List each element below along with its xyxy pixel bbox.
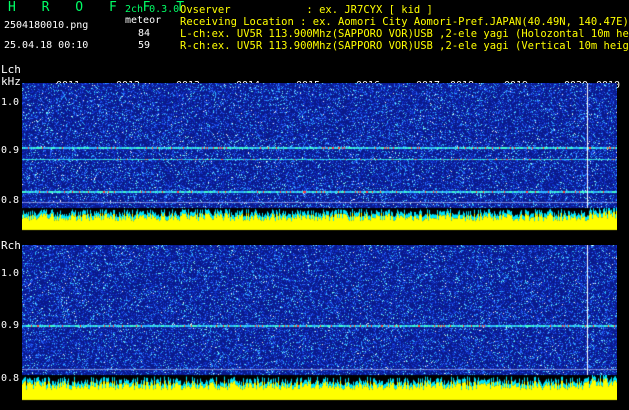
meteor-label: meteor — [125, 15, 162, 26]
lch-ytick-3: 0.8 — [1, 195, 20, 206]
location-info: Receiving Location : ex. Aomori City Aom… — [180, 16, 629, 28]
meteor-count-l: 84 — [138, 28, 151, 39]
timestamp-label: 25.04.18 00:10 — [4, 40, 89, 51]
lch-spectrogram — [22, 83, 617, 232]
rch-ytick-1: 1.0 — [1, 268, 20, 279]
rch-spectrogram — [22, 245, 617, 402]
rch-ytick-3: 0.8 — [1, 373, 20, 384]
rch-info: R-ch:ex. UV5R 113.900Mhz(SAPPORO VOR)USB… — [180, 40, 629, 52]
lch-ytick-1: 1.0 — [1, 97, 20, 108]
rch-label: Rch — [1, 239, 21, 252]
lch-ytick-2: 0.9 — [1, 145, 20, 156]
lch-info: L-ch:ex. UV5R 113.900Mhz(SAPPORO VOR)USB… — [180, 28, 629, 40]
observer-info: Ovserver : ex. JR7CYX [ kid ] — [180, 4, 433, 16]
rch-ytick-2: 0.9 — [1, 320, 20, 331]
filename-label: 2504180010.png — [4, 20, 89, 31]
lch-unit: kHz — [1, 75, 21, 88]
meteor-count-r: 59 — [138, 40, 151, 51]
